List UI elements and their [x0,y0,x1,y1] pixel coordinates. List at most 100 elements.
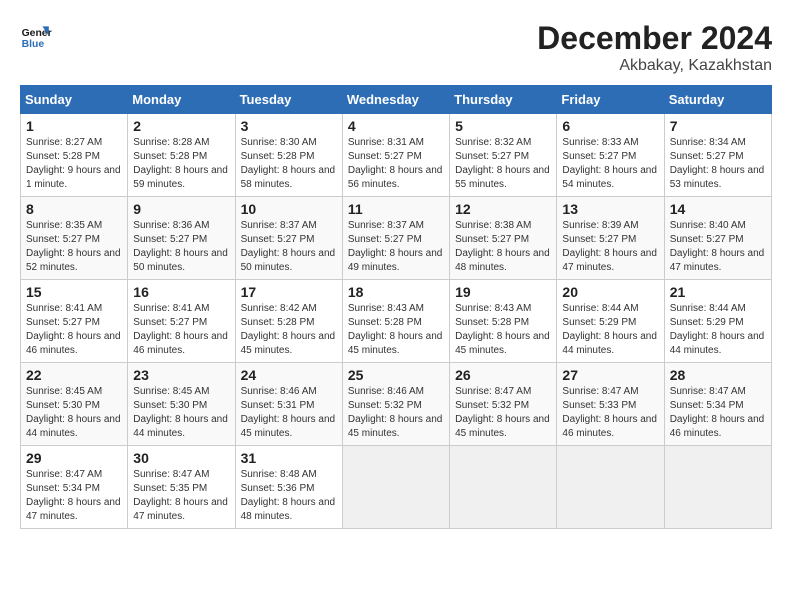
day-number: 26 [455,367,551,383]
day-number: 11 [348,201,444,217]
day-number: 8 [26,201,122,217]
day-info: Sunrise: 8:37 AM Sunset: 5:27 PM Dayligh… [348,219,444,275]
calendar-day-cell: 23 Sunrise: 8:45 AM Sunset: 5:30 PM Dayli… [128,363,235,446]
day-info: Sunrise: 8:37 AM Sunset: 5:27 PM Dayligh… [241,219,337,275]
calendar-header-row: SundayMondayTuesdayWednesdayThursdayFrid… [21,86,772,114]
day-number: 9 [133,201,229,217]
day-info: Sunrise: 8:47 AM Sunset: 5:34 PM Dayligh… [670,385,766,441]
day-info: Sunrise: 8:36 AM Sunset: 5:27 PM Dayligh… [133,219,229,275]
calendar-day-cell: 16 Sunrise: 8:41 AM Sunset: 5:27 PM Dayli… [128,280,235,363]
day-number: 18 [348,284,444,300]
day-number: 30 [133,450,229,466]
day-info: Sunrise: 8:39 AM Sunset: 5:27 PM Dayligh… [562,219,658,275]
calendar-day-cell [664,446,771,529]
day-info: Sunrise: 8:44 AM Sunset: 5:29 PM Dayligh… [562,302,658,358]
logo-icon: General Blue [20,20,52,52]
day-number: 12 [455,201,551,217]
calendar-day-cell: 31Sunrise: 8:48 AM Sunset: 5:36 PM Dayli… [235,446,342,529]
calendar-day-cell: 21 Sunrise: 8:44 AM Sunset: 5:29 PM Dayli… [664,280,771,363]
day-number: 25 [348,367,444,383]
day-info: Sunrise: 8:41 AM Sunset: 5:27 PM Dayligh… [26,302,122,358]
calendar-day-cell: 13 Sunrise: 8:39 AM Sunset: 5:27 PM Dayli… [557,197,664,280]
day-info: Sunrise: 8:41 AM Sunset: 5:27 PM Dayligh… [133,302,229,358]
day-info: Sunrise: 8:43 AM Sunset: 5:28 PM Dayligh… [455,302,551,358]
day-of-week-header: Thursday [450,86,557,114]
calendar-day-cell: 20 Sunrise: 8:44 AM Sunset: 5:29 PM Dayli… [557,280,664,363]
day-info: Sunrise: 8:34 AM Sunset: 5:27 PM Dayligh… [670,136,766,192]
day-info: Sunrise: 8:47 AM Sunset: 5:33 PM Dayligh… [562,385,658,441]
day-number: 2 [133,118,229,134]
day-number: 24 [241,367,337,383]
calendar-day-cell: 29Sunrise: 8:47 AM Sunset: 5:34 PM Dayli… [21,446,128,529]
calendar-day-cell: 19 Sunrise: 8:43 AM Sunset: 5:28 PM Dayli… [450,280,557,363]
svg-text:Blue: Blue [22,39,45,50]
day-info: Sunrise: 8:44 AM Sunset: 5:29 PM Dayligh… [670,302,766,358]
day-of-week-header: Friday [557,86,664,114]
day-info: Sunrise: 8:30 AM Sunset: 5:28 PM Dayligh… [241,136,337,192]
day-of-week-header: Saturday [664,86,771,114]
calendar-day-cell: 12 Sunrise: 8:38 AM Sunset: 5:27 PM Dayli… [450,197,557,280]
day-info: Sunrise: 8:43 AM Sunset: 5:28 PM Dayligh… [348,302,444,358]
calendar-day-cell: 25 Sunrise: 8:46 AM Sunset: 5:32 PM Dayli… [342,363,449,446]
calendar-day-cell: 27Sunrise: 8:47 AM Sunset: 5:33 PM Dayli… [557,363,664,446]
day-number: 13 [562,201,658,217]
day-of-week-header: Tuesday [235,86,342,114]
day-of-week-header: Monday [128,86,235,114]
day-info: Sunrise: 8:40 AM Sunset: 5:27 PM Dayligh… [670,219,766,275]
day-info: Sunrise: 8:32 AM Sunset: 5:27 PM Dayligh… [455,136,551,192]
day-number: 1 [26,118,122,134]
logo: General Blue [20,20,52,52]
calendar-day-cell: 6 Sunrise: 8:33 AM Sunset: 5:27 PM Daylig… [557,114,664,197]
calendar-day-cell: 7 Sunrise: 8:34 AM Sunset: 5:27 PM Daylig… [664,114,771,197]
day-info: Sunrise: 8:45 AM Sunset: 5:30 PM Dayligh… [26,385,122,441]
calendar-day-cell: 22 Sunrise: 8:45 AM Sunset: 5:30 PM Dayli… [21,363,128,446]
day-number: 22 [26,367,122,383]
calendar-day-cell: 18 Sunrise: 8:43 AM Sunset: 5:28 PM Dayli… [342,280,449,363]
day-number: 20 [562,284,658,300]
calendar-day-cell: 30Sunrise: 8:47 AM Sunset: 5:35 PM Dayli… [128,446,235,529]
calendar-day-cell: 5 Sunrise: 8:32 AM Sunset: 5:27 PM Daylig… [450,114,557,197]
day-info: Sunrise: 8:27 AM Sunset: 5:28 PM Dayligh… [26,136,122,192]
day-number: 4 [348,118,444,134]
calendar-day-cell: 17Sunrise: 8:42 AM Sunset: 5:28 PM Dayli… [235,280,342,363]
day-number: 15 [26,284,122,300]
day-number: 10 [241,201,337,217]
day-info: Sunrise: 8:47 AM Sunset: 5:32 PM Dayligh… [455,385,551,441]
day-info: Sunrise: 8:46 AM Sunset: 5:32 PM Dayligh… [348,385,444,441]
calendar-day-cell: 2 Sunrise: 8:28 AM Sunset: 5:28 PM Daylig… [128,114,235,197]
calendar-day-cell: 10 Sunrise: 8:37 AM Sunset: 5:27 PM Dayli… [235,197,342,280]
day-number: 23 [133,367,229,383]
day-info: Sunrise: 8:45 AM Sunset: 5:30 PM Dayligh… [133,385,229,441]
day-number: 17 [241,284,337,300]
day-number: 21 [670,284,766,300]
day-number: 7 [670,118,766,134]
day-number: 3 [241,118,337,134]
day-info: Sunrise: 8:35 AM Sunset: 5:27 PM Dayligh… [26,219,122,275]
calendar-day-cell: 9 Sunrise: 8:36 AM Sunset: 5:27 PM Daylig… [128,197,235,280]
day-info: Sunrise: 8:28 AM Sunset: 5:28 PM Dayligh… [133,136,229,192]
calendar-day-cell: 11 Sunrise: 8:37 AM Sunset: 5:27 PM Dayli… [342,197,449,280]
day-number: 16 [133,284,229,300]
calendar-day-cell: 1 Sunrise: 8:27 AM Sunset: 5:28 PM Daylig… [21,114,128,197]
calendar-day-cell: 4Sunrise: 8:31 AM Sunset: 5:27 PM Daylig… [342,114,449,197]
day-number: 5 [455,118,551,134]
day-info: Sunrise: 8:33 AM Sunset: 5:27 PM Dayligh… [562,136,658,192]
calendar-day-cell: 3 Sunrise: 8:30 AM Sunset: 5:28 PM Daylig… [235,114,342,197]
title-block: December 2024 Akbakay, Kazakhstan [537,20,772,75]
day-info: Sunrise: 8:38 AM Sunset: 5:27 PM Dayligh… [455,219,551,275]
calendar-day-cell: 28 Sunrise: 8:47 AM Sunset: 5:34 PM Dayli… [664,363,771,446]
day-info: Sunrise: 8:48 AM Sunset: 5:36 PM Dayligh… [241,468,337,524]
day-number: 6 [562,118,658,134]
day-info: Sunrise: 8:47 AM Sunset: 5:34 PM Dayligh… [26,468,122,524]
day-number: 19 [455,284,551,300]
day-of-week-header: Sunday [21,86,128,114]
day-number: 28 [670,367,766,383]
page-header: General Blue December 2024 Akbakay, Kaza… [20,20,772,75]
month-title: December 2024 [537,20,772,57]
calendar-day-cell [450,446,557,529]
calendar-week-row: 8 Sunrise: 8:35 AM Sunset: 5:27 PM Daylig… [21,197,772,280]
calendar-day-cell: 26 Sunrise: 8:47 AM Sunset: 5:32 PM Dayli… [450,363,557,446]
day-of-week-header: Wednesday [342,86,449,114]
calendar-week-row: 29Sunrise: 8:47 AM Sunset: 5:34 PM Dayli… [21,446,772,529]
day-info: Sunrise: 8:46 AM Sunset: 5:31 PM Dayligh… [241,385,337,441]
